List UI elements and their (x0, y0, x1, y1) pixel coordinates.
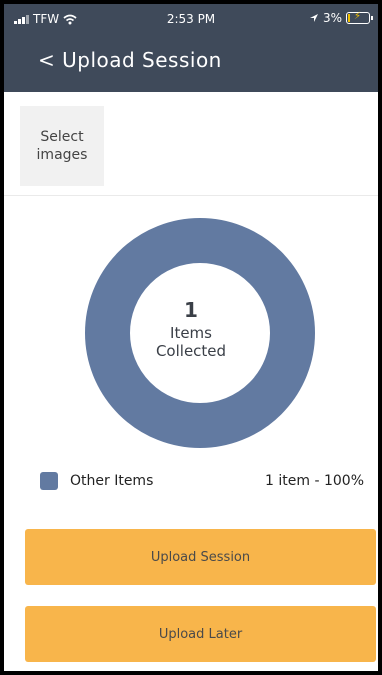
location-arrow-icon (309, 14, 318, 22)
donut-chart: 1 Items Collected (4, 218, 378, 448)
upload-later-label: Upload Later (158, 626, 243, 642)
legend-item-name: Other Items (70, 473, 154, 489)
divider (4, 195, 378, 196)
donut-center: 1 Items Collected (4, 298, 378, 360)
items-collected-label: Items Collected (155, 324, 227, 360)
upload-session-button[interactable]: Upload Session (25, 529, 376, 585)
select-images-button[interactable]: Select images (20, 106, 104, 186)
back-button[interactable]: < Upload Session (38, 48, 222, 72)
battery-charging-icon: ⚡ (346, 11, 373, 24)
chart-legend: Other Items 1 item - 100% (40, 472, 364, 492)
nav-bar: < Upload Session (4, 34, 378, 92)
battery-percent: 3% (322, 11, 342, 25)
phone-screen: TFW 2:53 PM 3% ⚡ < Upload Session Select… (4, 4, 378, 671)
status-bar: TFW 2:53 PM 3% ⚡ (4, 4, 378, 34)
status-right: 3% ⚡ (309, 11, 373, 25)
items-count: 1 (184, 298, 198, 322)
upload-later-button[interactable]: Upload Later (25, 606, 376, 662)
legend-swatch (40, 472, 58, 490)
legend-item-value: 1 item - 100% (265, 473, 364, 489)
select-images-label: Select images (36, 129, 88, 163)
upload-session-label: Upload Session (150, 549, 251, 565)
